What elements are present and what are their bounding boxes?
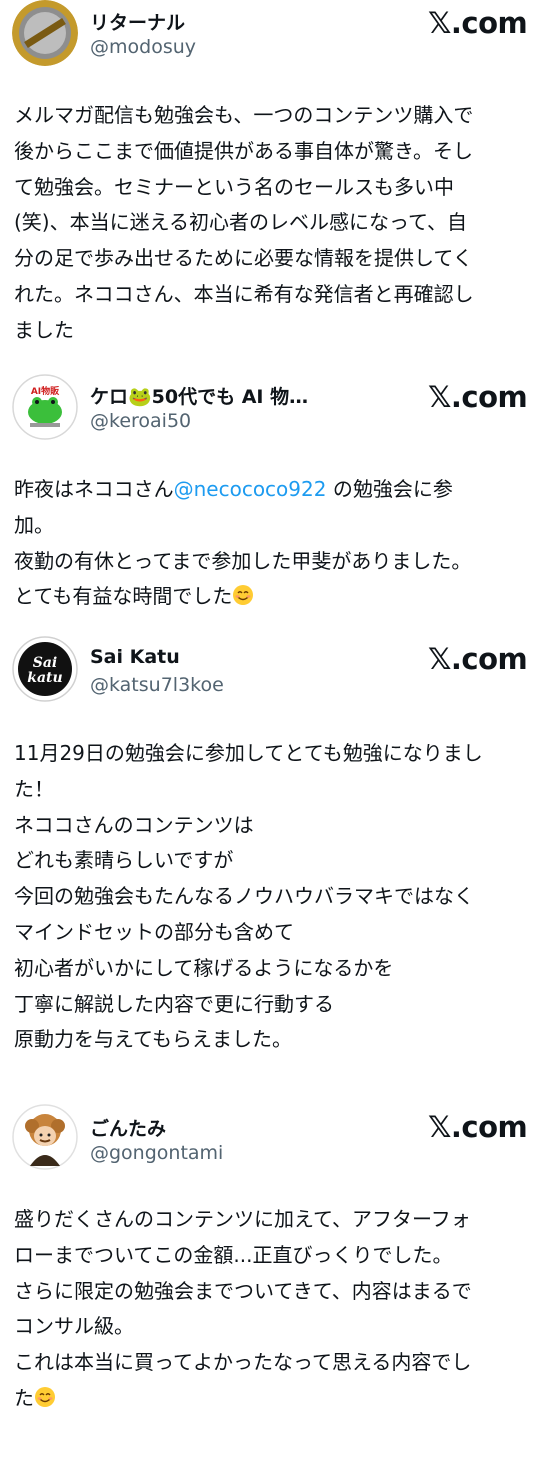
- smiling-face-emoji-icon: [35, 1386, 55, 1407]
- x-logo-icon[interactable]: 𝕏.com: [428, 6, 528, 40]
- tweet-line: ました: [14, 317, 74, 342]
- user-handle[interactable]: @katsu7l3koe: [90, 674, 224, 696]
- tweet-text: 昨夜はネココさん@necococo922 の勉強会に参 加。 夜勤の有休とってま…: [14, 472, 550, 615]
- tweet-line: マインドセットの部分も含めて: [14, 919, 294, 944]
- avatar-image: [12, 1104, 78, 1170]
- tweet-line: どれも素晴らしいですが: [14, 848, 234, 873]
- tweet-line: 加。: [14, 512, 54, 537]
- tweet-line: 11月29日の勉強会に参加してとても勉強になりまし: [14, 741, 483, 765]
- avatar[interactable]: Sai katu: [12, 636, 78, 702]
- tweet-line: 昨夜はネココさん@necococo922 の勉強会に参: [14, 472, 550, 508]
- tweet-card[interactable]: ごんたみ @gongontami 𝕏.com 盛りだくさんのコンテンツに加えて、…: [0, 1100, 559, 1464]
- display-name[interactable]: ごんたみ: [90, 1114, 166, 1141]
- tweet-line: た！: [14, 776, 54, 801]
- avatar[interactable]: AI物販: [12, 374, 78, 440]
- user-handle[interactable]: @modosuy: [90, 36, 196, 58]
- text-segment: とても有益な時間でした: [14, 584, 233, 609]
- tweet-line: ネココさんのコンテンツは: [14, 812, 254, 837]
- tweet-line: (笑)、本当に迷える初心者のレベル感になって、自: [14, 210, 468, 235]
- smiling-face-emoji-icon: [233, 585, 254, 606]
- avatar[interactable]: [12, 0, 78, 66]
- x-domain: .com: [450, 6, 528, 40]
- avatar-text: AI物販: [31, 385, 60, 397]
- avatar[interactable]: [12, 1104, 78, 1170]
- x-logo-icon[interactable]: 𝕏.com: [428, 1110, 528, 1144]
- tweet-line: さらに限定の勉強会までついてきて、内容はまるで: [14, 1278, 472, 1303]
- tweet-line: コンサル級。: [14, 1314, 134, 1339]
- display-name[interactable]: リターナル: [90, 8, 185, 35]
- text-segment: 昨夜はネココさん: [14, 477, 174, 501]
- tweet-line: これは本当に買ってよかったなって思える内容でし: [14, 1350, 472, 1375]
- tweet-line: とても有益な時間でした: [14, 579, 550, 615]
- tweet-line: 原動力を与えてもらえました。: [14, 1027, 292, 1052]
- x-domain: .com: [450, 642, 528, 676]
- tweet-card[interactable]: リターナル @modosuy 𝕏.com メルマガ配信も勉強会も、一つのコンテン…: [0, 0, 559, 372]
- x-logo-icon[interactable]: 𝕏.com: [428, 642, 528, 676]
- user-handle[interactable]: @gongontami: [90, 1142, 223, 1164]
- avatar-image: [12, 0, 78, 66]
- tweet-line: メルマガ配信も勉強会も、一つのコンテンツ購入で: [14, 103, 474, 127]
- tweet-line: 初心者がいかにして稼げるようになるかを: [14, 955, 394, 980]
- tweet-card[interactable]: AI物販 ケロ🐸50代でも AI 物… @keroai50 𝕏.com 昨夜はネ…: [0, 372, 559, 632]
- display-name[interactable]: Sai Katu: [90, 646, 180, 668]
- display-name[interactable]: ケロ🐸50代でも AI 物…: [90, 382, 308, 409]
- tweet-line: て勉強会。セミナーという名のセールスも多い中: [14, 174, 454, 199]
- tweet-line: ローまでついてこの金額...正直びっくりでした。: [14, 1242, 453, 1267]
- x-logo-icon[interactable]: 𝕏.com: [428, 380, 528, 414]
- tweet-line: れた。ネココさん、本当に希有な発信者と再確認し: [14, 281, 474, 306]
- tweet-line: 丁寧に解説した内容で更に行動する: [14, 991, 334, 1016]
- tweet-line: 分の足で歩み出せるために必要な情報を提供してく: [14, 246, 473, 271]
- avatar-image: AI物販: [12, 374, 78, 440]
- x-logo-glyph: 𝕏: [428, 1110, 451, 1144]
- text-segment: た: [14, 1385, 34, 1410]
- x-logo-glyph: 𝕏: [428, 6, 451, 40]
- x-logo-glyph: 𝕏: [428, 380, 451, 414]
- tweet-line: 盛りだくさんのコンテンツに加えて、アフターフォ: [14, 1207, 471, 1231]
- user-handle[interactable]: @keroai50: [90, 410, 191, 432]
- x-domain: .com: [450, 380, 528, 414]
- x-domain: .com: [450, 1110, 528, 1144]
- tweet-line: た: [14, 1381, 550, 1417]
- tweet-text: 11月29日の勉強会に参加してとても勉強になりまし た！ ネココさんのコンテンツ…: [14, 736, 550, 1058]
- tweet-card[interactable]: Sai katu Sai Katu @katsu7l3koe 𝕏.com 11月2…: [0, 632, 559, 1100]
- tweet-text: メルマガ配信も勉強会も、一つのコンテンツ購入で 後からここまで価値提供がある事自…: [14, 98, 550, 349]
- mention-link[interactable]: @necococo922: [174, 477, 327, 501]
- avatar-image: Sai katu: [12, 636, 78, 702]
- tweet-line: 今回の勉強会もたんなるノウハウバラマキではなく: [14, 884, 474, 909]
- tweet-line: 夜勤の有休とってまで参加した甲斐がありました。: [14, 548, 472, 573]
- tweet-text: 盛りだくさんのコンテンツに加えて、アフターフォ ローまでついてこの金額...正直…: [14, 1202, 550, 1417]
- x-logo-glyph: 𝕏: [428, 642, 451, 676]
- tweet-line: 後からここまで価値提供がある事自体が驚き。そし: [14, 138, 473, 163]
- text-segment: の勉強会に参: [326, 477, 453, 501]
